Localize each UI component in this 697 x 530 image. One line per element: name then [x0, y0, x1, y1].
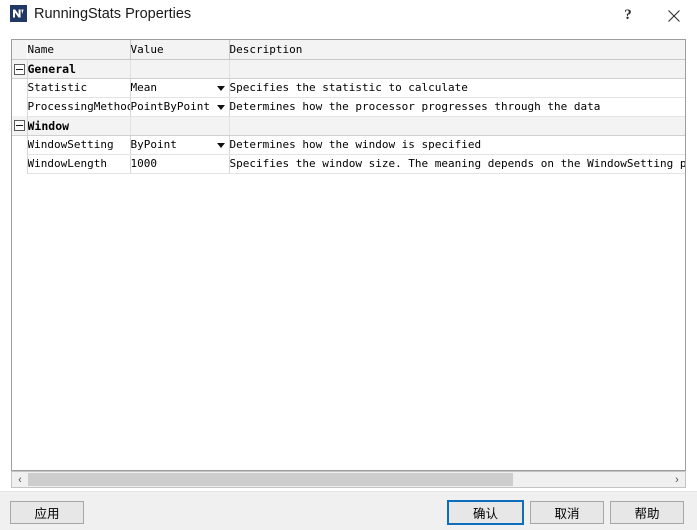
property-description-windowlength: Specifies the window size. The meaning d… [229, 154, 685, 174]
horizontal-scrollbar[interactable]: ‹ › [11, 471, 686, 488]
chevron-down-icon[interactable] [216, 104, 225, 110]
row-gutter [12, 78, 28, 97]
ok-button[interactable]: 确认 [447, 500, 524, 525]
labview-vi-icon [10, 5, 27, 22]
category-description-blank [229, 59, 685, 79]
property-name-windowsetting: WindowSetting [27, 135, 131, 155]
row-gutter [12, 154, 28, 173]
expander-cell[interactable] [12, 59, 28, 79]
title-bar: RunningStats Properties ? [0, 0, 697, 32]
grid-category-row: General [12, 59, 685, 79]
property-value-windowlength[interactable]: 1000 [130, 154, 230, 174]
collapse-minus-icon[interactable] [13, 120, 25, 132]
table-row: Statistic Mean Specifies the statistic t… [12, 78, 685, 98]
cancel-button[interactable]: 取消 [530, 501, 604, 524]
help-button[interactable]: 帮助 [610, 501, 684, 524]
property-name-processingmethod: ProcessingMethod [27, 97, 131, 117]
apply-button[interactable]: 应用 [10, 501, 84, 524]
value-text: PointByPoint [130, 100, 210, 113]
property-name-windowlength: WindowLength [27, 154, 131, 174]
row-gutter [12, 135, 28, 154]
collapse-minus-icon[interactable] [13, 63, 25, 75]
property-description-processingmethod: Determines how the processor progresses … [229, 97, 685, 117]
grid-header-value[interactable]: Value [130, 40, 230, 60]
grid-header-name[interactable]: Name [27, 40, 131, 60]
scroll-right-arrow-icon[interactable]: › [669, 472, 685, 487]
close-icon[interactable] [652, 0, 696, 31]
grid-header-description[interactable]: Description [229, 40, 685, 60]
property-name-statistic: Statistic [27, 78, 131, 98]
property-grid-panel: Name Value Description General Statistic [11, 39, 686, 471]
property-value-processingmethod[interactable]: PointByPoint [130, 97, 230, 117]
table-row: WindowLength 1000 Specifies the window s… [12, 154, 685, 174]
category-description-blank [229, 116, 685, 136]
category-value-blank [130, 59, 230, 79]
category-label: General [27, 59, 131, 79]
grid-header-gutter [12, 40, 28, 60]
window-title: RunningStats Properties [34, 6, 192, 22]
value-text: Mean [130, 81, 158, 94]
chevron-down-icon[interactable] [216, 85, 225, 91]
value-text: 1000 [130, 157, 158, 170]
value-text: ByPoint [130, 138, 177, 151]
property-grid: Name Value Description General Statistic [12, 40, 685, 174]
row-gutter [12, 97, 28, 116]
category-value-blank [130, 116, 230, 136]
scrollbar-thumb[interactable] [28, 473, 513, 486]
category-label: Window [27, 116, 131, 136]
table-row: ProcessingMethod PointByPoint Determines… [12, 97, 685, 117]
chevron-down-icon[interactable] [216, 142, 225, 148]
expander-cell[interactable] [12, 116, 28, 136]
property-value-statistic[interactable]: Mean [130, 78, 230, 98]
titlebar-help-button[interactable]: ? [606, 0, 650, 31]
grid-category-row: Window [12, 116, 685, 136]
property-value-windowsetting[interactable]: ByPoint [130, 135, 230, 155]
table-row: WindowSetting ByPoint Determines how the… [12, 135, 685, 155]
dialog-button-bar: 应用 确认 取消 帮助 [0, 491, 697, 530]
scroll-left-arrow-icon[interactable]: ‹ [12, 472, 28, 487]
grid-header-row: Name Value Description [12, 40, 685, 60]
property-description-statistic: Specifies the statistic to calculate [229, 78, 685, 98]
property-description-windowsetting: Determines how the window is specified [229, 135, 685, 155]
